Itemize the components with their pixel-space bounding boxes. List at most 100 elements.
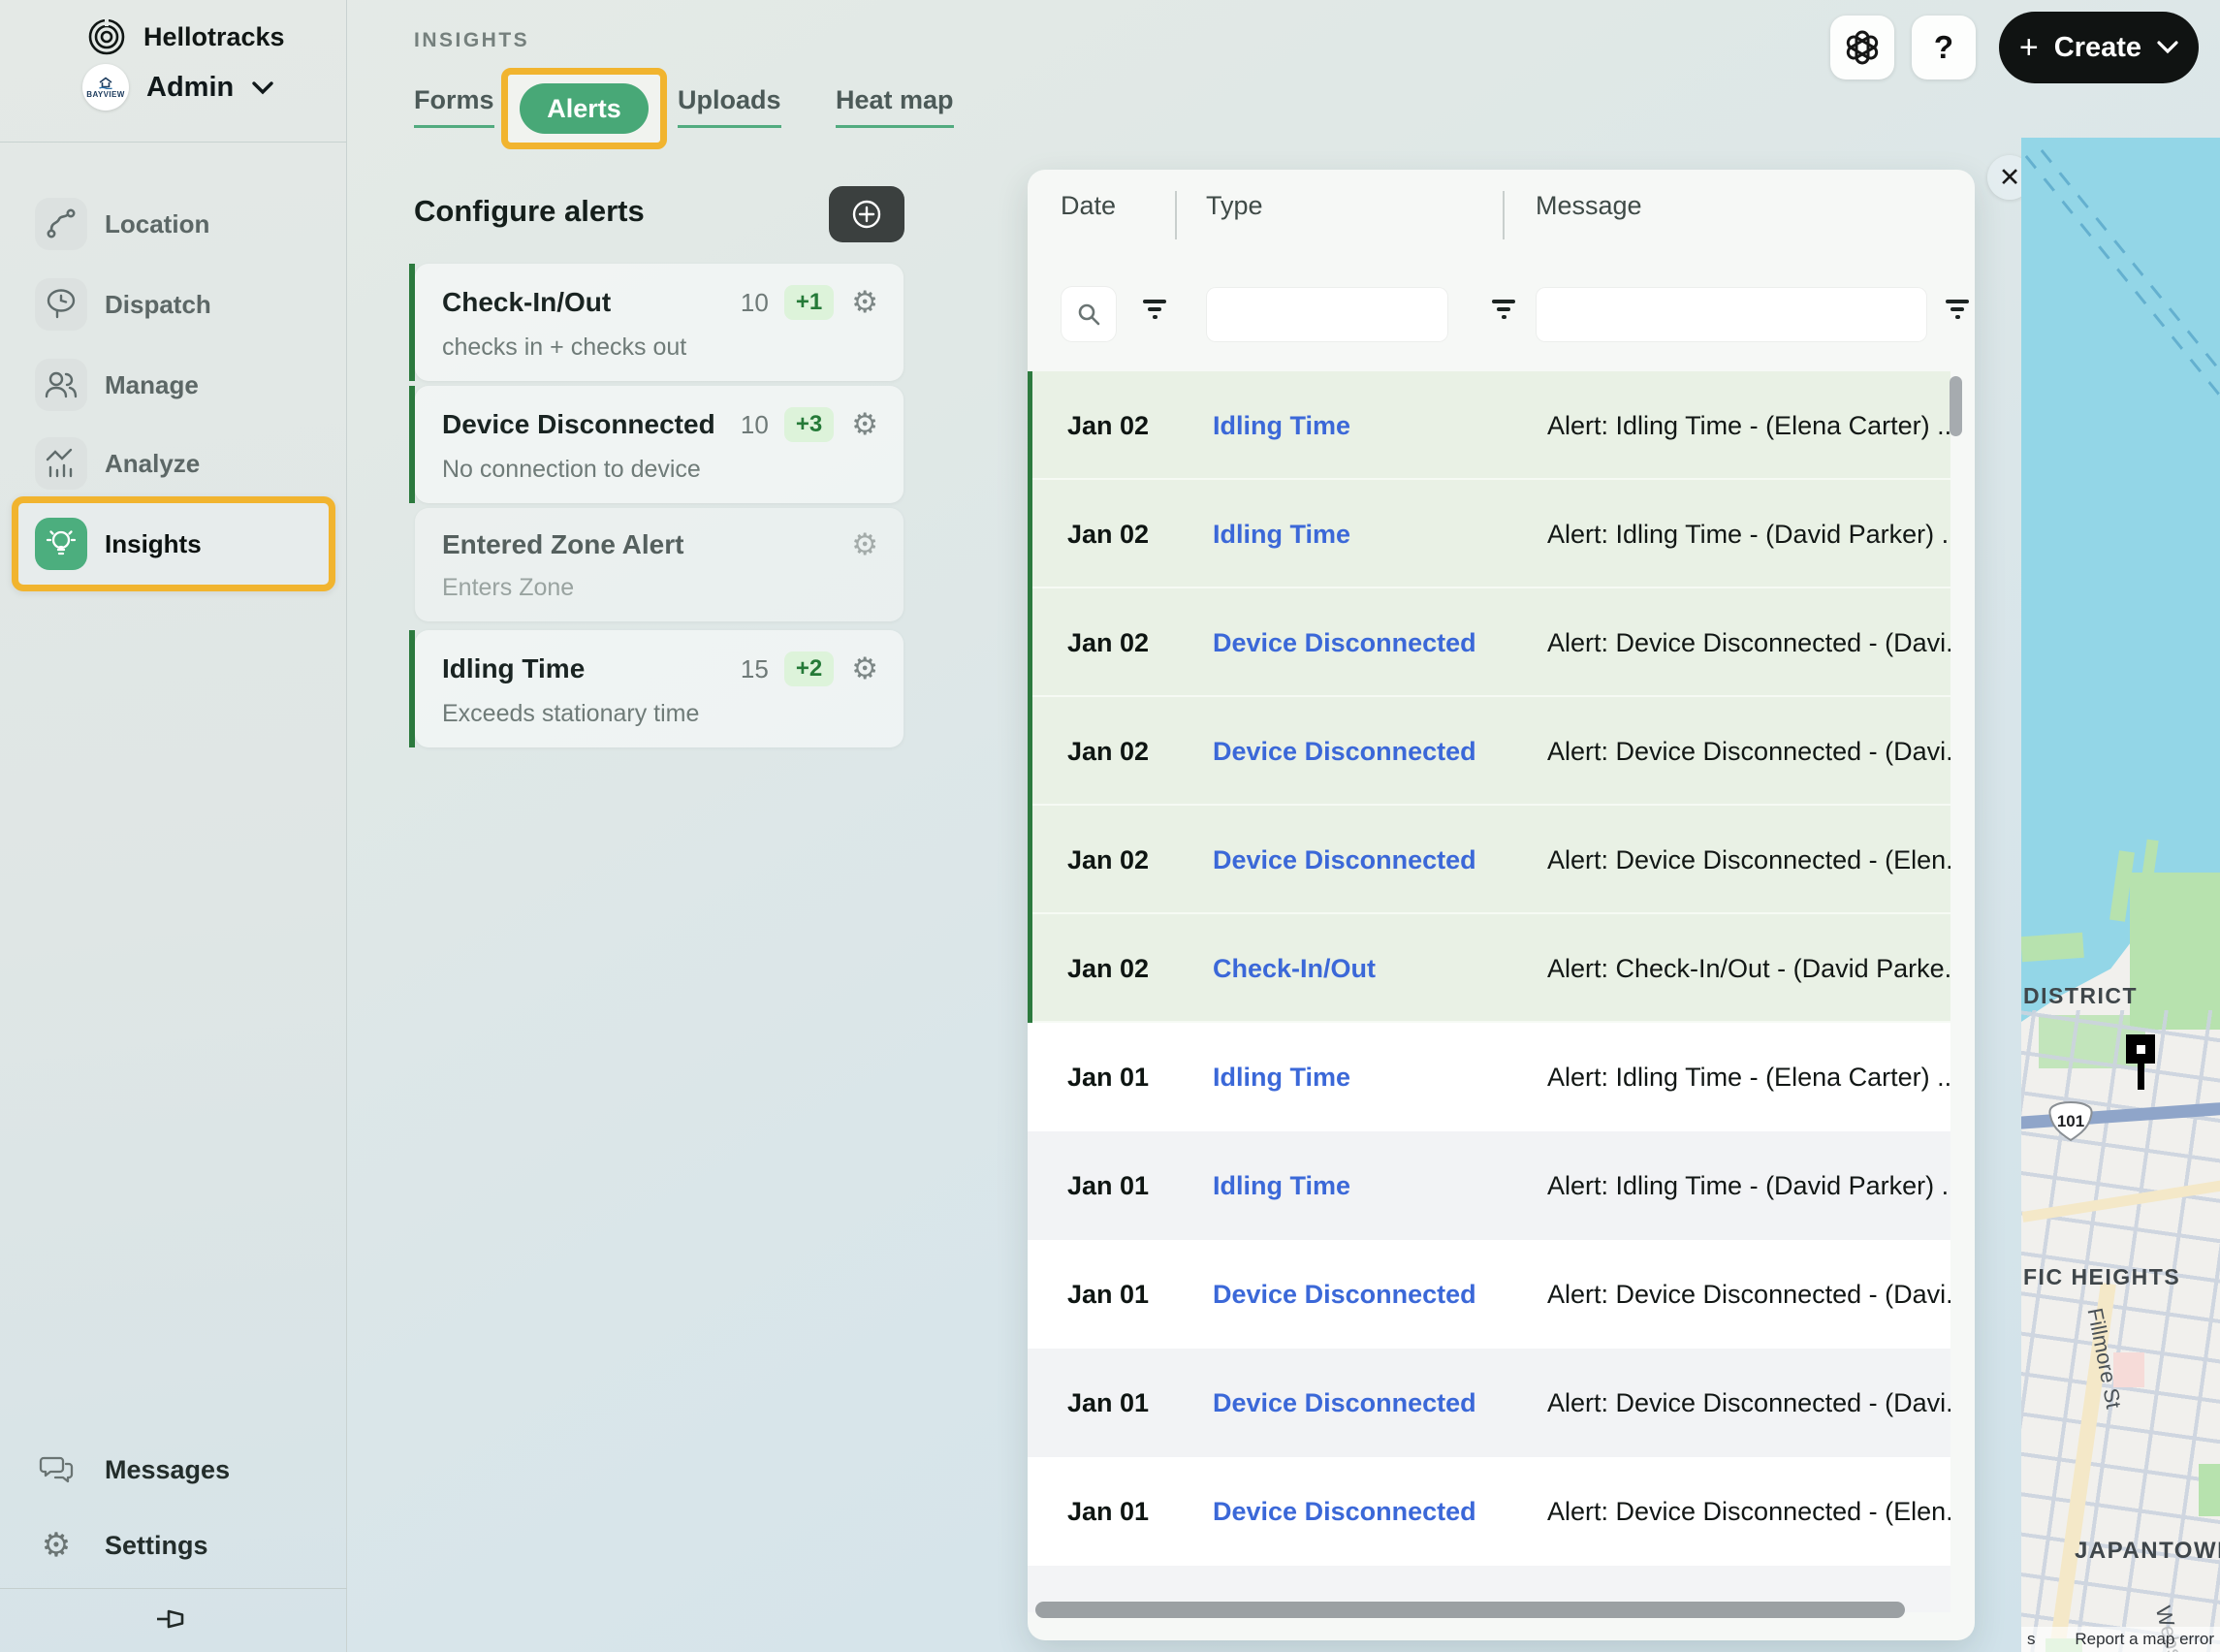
table-row[interactable]: Jan 01 Idling Time Alert: Idling Time - … [1028, 1023, 1950, 1131]
column-header-message[interactable]: Message [1536, 191, 1642, 221]
column-divider [1503, 191, 1505, 239]
openai-button[interactable] [1830, 16, 1894, 79]
dispatch-clock-icon [35, 278, 87, 331]
row-type-link[interactable]: Device Disconnected [1213, 1280, 1547, 1310]
avatar: BAYVIEW [82, 64, 129, 111]
sidebar-item-manage[interactable]: Manage [0, 353, 347, 417]
gear-icon[interactable]: ⚙ [851, 409, 878, 440]
alert-card-idling-time[interactable]: Idling Time 15 +2 ⚙ Exceeds stationary t… [409, 630, 904, 747]
map-marker-pin[interactable] [2126, 1034, 2155, 1090]
row-type-link[interactable]: Check-In/Out [1213, 954, 1547, 984]
row-type-link[interactable]: Device Disconnected [1213, 628, 1547, 658]
row-type-link[interactable]: Idling Time [1213, 520, 1547, 550]
sidebar-item-analyze[interactable]: Analyze [0, 431, 347, 495]
alert-card-entered-zone[interactable]: Entered Zone Alert ⚙ Enters Zone [409, 508, 904, 621]
table-row[interactable]: Jan 02 Device Disconnected Alert: Device… [1028, 697, 1950, 806]
row-type-link[interactable]: Idling Time [1213, 411, 1547, 441]
gear-icon[interactable]: ⚙ [851, 287, 878, 318]
horizontal-scrollbar[interactable] [1035, 1602, 1905, 1618]
app-screen: Hellotracks BAYVIEW Admin Location Dispa… [0, 0, 2220, 1652]
row-date: Jan 01 [1067, 1387, 1150, 1417]
date-search-box[interactable] [1061, 286, 1117, 342]
map-area-label: JAPANTOWN [2075, 1538, 2220, 1564]
table-row[interactable]: Jan 02 Device Disconnected Alert: Device… [1028, 806, 1950, 914]
row-message: Alert: Device Disconnected - (Davi... [1547, 627, 1950, 657]
alert-delta-badge: +2 [783, 651, 835, 686]
row-type-link[interactable]: Device Disconnected [1213, 1388, 1547, 1418]
filter-row [1028, 286, 1975, 344]
sidebar-item-insights[interactable] [12, 496, 335, 591]
report-map-error-link[interactable]: Report a map error [2075, 1630, 2214, 1649]
sidebar-item-messages[interactable]: Messages [0, 1443, 347, 1497]
gear-icon[interactable]: ⚙ [851, 529, 878, 560]
vertical-scrollbar[interactable] [1950, 376, 1962, 436]
type-filter-icon[interactable] [1491, 300, 1516, 325]
sidebar-item-label: Location [105, 208, 210, 238]
table-row[interactable]: Jan 02 Idling Time Alert: Idling Time - … [1028, 371, 1950, 480]
sidebar-item-location[interactable]: Location [0, 192, 347, 256]
row-date: Jan 01 [1067, 1279, 1150, 1309]
row-message: Alert: Device Disconnected - (Davi... [1547, 1387, 1950, 1417]
brand-name: Hellotracks [143, 21, 285, 51]
add-alert-button[interactable] [829, 186, 904, 242]
row-date: Jan 01 [1067, 1062, 1150, 1092]
row-message: Alert: Idling Time - (David Parker) ... [1547, 519, 1950, 549]
table-row[interactable]: Jan 02 Check-In/Out Alert: Check-In/Out … [1028, 914, 1950, 1023]
account-switcher[interactable]: BAYVIEW Admin [82, 64, 274, 111]
message-filter-icon[interactable] [1945, 300, 1970, 325]
row-date: Jan 02 [1067, 736, 1150, 766]
message-filter-input[interactable] [1536, 287, 1927, 342]
configure-alerts-title: Configure alerts [414, 194, 645, 228]
openai-logo-icon [1842, 27, 1883, 68]
alert-count: 10 [740, 287, 769, 317]
alert-card-subtitle: No connection to device [442, 456, 701, 483]
gear-icon: ⚙ [41, 1526, 72, 1565]
table-row[interactable]: Jan 01 Device Disconnected Alert: Device… [1028, 1349, 1950, 1457]
row-message: Alert: Device Disconnected - (Davi... [1547, 1279, 1950, 1309]
map-area-label: FIC HEIGHTS [2023, 1264, 2181, 1289]
pin-sidebar-icon[interactable] [145, 1600, 200, 1638]
create-button-label: Create [2053, 31, 2142, 63]
table-row[interactable]: Jan 02 Idling Time Alert: Idling Time - … [1028, 480, 1950, 588]
alert-card-subtitle: Exceeds stationary time [442, 700, 700, 727]
row-type-link[interactable]: Device Disconnected [1213, 737, 1547, 767]
sidebar-item-dispatch[interactable]: Dispatch [0, 272, 347, 336]
alert-card-device-disconnected[interactable]: Device Disconnected 10 +3 ⚙ No connectio… [409, 386, 904, 503]
alerts-table-panel: Date Type Message Jan 02 Idling Time Ale… [1028, 170, 1975, 1640]
tab-alerts[interactable]: Alerts [501, 68, 667, 149]
alert-delta-badge: +1 [783, 285, 835, 320]
table-row[interactable]: Jan 02 Device Disconnected Alert: Device… [1028, 588, 1950, 697]
map-attribution-left: s [2027, 1630, 2036, 1648]
chat-bubbles-icon [39, 1454, 74, 1485]
date-filter-icon[interactable] [1142, 300, 1167, 325]
chevron-down-icon [251, 80, 274, 95]
table-row[interactable]: Jan 01 Device Disconnected Alert: Device… [1028, 1457, 1950, 1566]
row-type-link[interactable]: Idling Time [1213, 1063, 1547, 1093]
type-filter-input[interactable] [1206, 287, 1448, 342]
gear-icon[interactable]: ⚙ [851, 653, 878, 684]
help-button[interactable]: ? [1912, 16, 1976, 79]
table-row[interactable]: Jan 01 Device Disconnected Alert: Device… [1028, 1240, 1950, 1349]
sidebar-item-settings[interactable]: ⚙ Settings [0, 1518, 347, 1573]
row-date: Jan 01 [1067, 1170, 1150, 1200]
search-icon [1078, 303, 1100, 326]
map-attribution: s Report a map error [2021, 1627, 2220, 1652]
map-canvas[interactable]: DISTRICT 101 FIC HEIGHTS Fillmore St JAP… [2021, 138, 2220, 1652]
row-type-link[interactable]: Device Disconnected [1213, 1497, 1547, 1527]
column-header-type[interactable]: Type [1206, 191, 1263, 221]
row-type-link[interactable]: Idling Time [1213, 1171, 1547, 1201]
alert-card-title: Entered Zone Alert [442, 529, 684, 559]
tab-heat-map[interactable]: Heat map [836, 85, 954, 128]
row-type-link[interactable]: Device Disconnected [1213, 845, 1547, 875]
table-row[interactable]: Jan 01 Idling Time Alert: Idling Time - … [1028, 1131, 1950, 1240]
people-icon [35, 359, 87, 411]
brand[interactable]: Hellotracks [85, 16, 285, 58]
question-mark-icon: ? [1933, 29, 1954, 65]
tab-forms[interactable]: Forms [414, 85, 494, 128]
column-header-date[interactable]: Date [1061, 191, 1116, 221]
tab-uploads[interactable]: Uploads [678, 85, 781, 128]
row-message: Alert: Idling Time - (Elena Carter) ... [1547, 410, 1950, 440]
create-button[interactable]: + Create [1999, 12, 2199, 83]
map-area-label: DISTRICT [2023, 983, 2139, 1008]
alert-card-check-in-out[interactable]: Check-In/Out 10 +1 ⚙ checks in + checks … [409, 264, 904, 381]
